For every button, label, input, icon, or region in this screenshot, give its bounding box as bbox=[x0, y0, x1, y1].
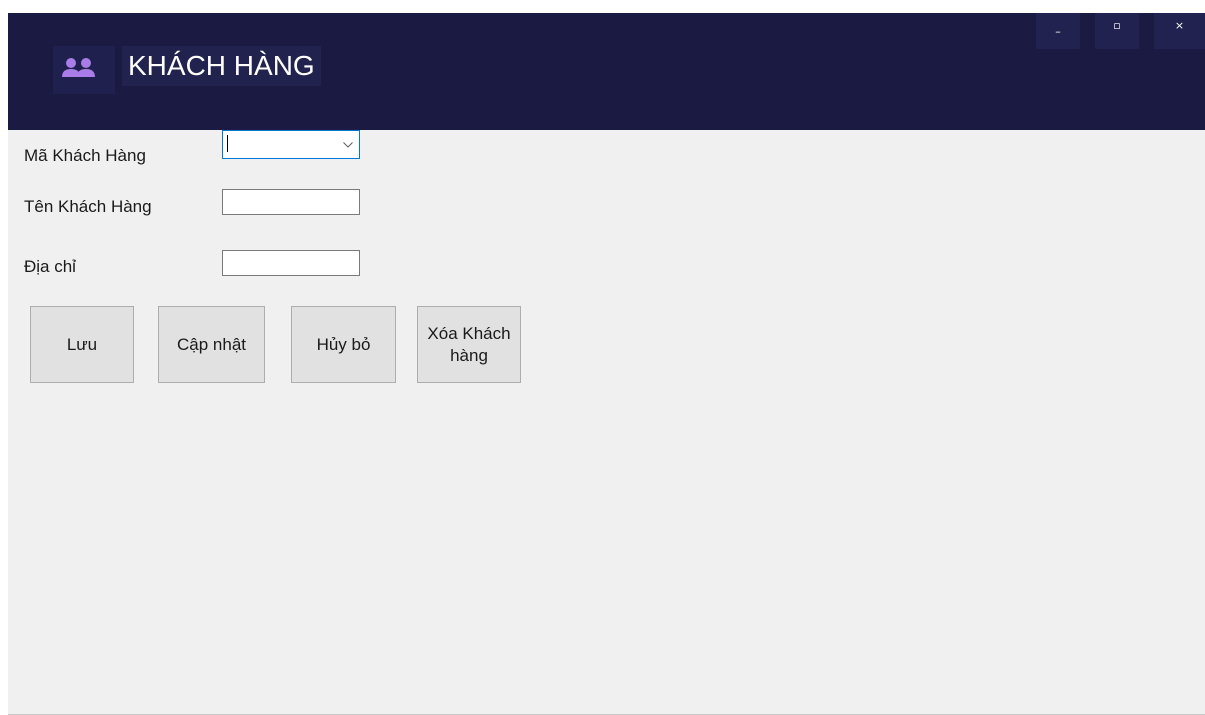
maximize-icon: ▫ bbox=[1113, 19, 1121, 32]
title-bar[interactable]: KHÁCH HÀNG – ▫ × bbox=[8, 13, 1205, 130]
chevron-down-icon[interactable] bbox=[343, 142, 353, 148]
text-caret bbox=[227, 135, 228, 152]
update-button[interactable]: Cập nhật bbox=[158, 306, 265, 383]
close-icon: × bbox=[1174, 19, 1185, 32]
cancel-button[interactable]: Hủy bỏ bbox=[291, 306, 396, 383]
ten-khach-hang-label: Tên Khách Hàng bbox=[24, 197, 152, 216]
minimize-button[interactable]: – bbox=[1036, 13, 1080, 49]
ma-khach-hang-combobox[interactable] bbox=[222, 130, 360, 159]
users-icon bbox=[62, 58, 95, 77]
minimize-icon: – bbox=[1055, 25, 1061, 38]
ten-khach-hang-input[interactable] bbox=[222, 189, 360, 215]
maximize-button[interactable]: ▫ bbox=[1095, 13, 1139, 49]
delete-customer-button[interactable]: Xóa Khách hàng bbox=[417, 306, 521, 383]
app-icon-box bbox=[53, 46, 115, 94]
customer-window: KHÁCH HÀNG – ▫ × Mã Khách Hàng Tên Khách… bbox=[8, 13, 1205, 715]
dia-chi-input[interactable] bbox=[222, 250, 360, 276]
window-title: KHÁCH HÀNG bbox=[122, 46, 321, 86]
save-button[interactable]: Lưu bbox=[30, 306, 134, 383]
close-button[interactable]: × bbox=[1154, 13, 1205, 49]
dia-chi-label: Địa chỉ bbox=[24, 257, 76, 276]
ma-khach-hang-label: Mã Khách Hàng bbox=[24, 146, 146, 165]
